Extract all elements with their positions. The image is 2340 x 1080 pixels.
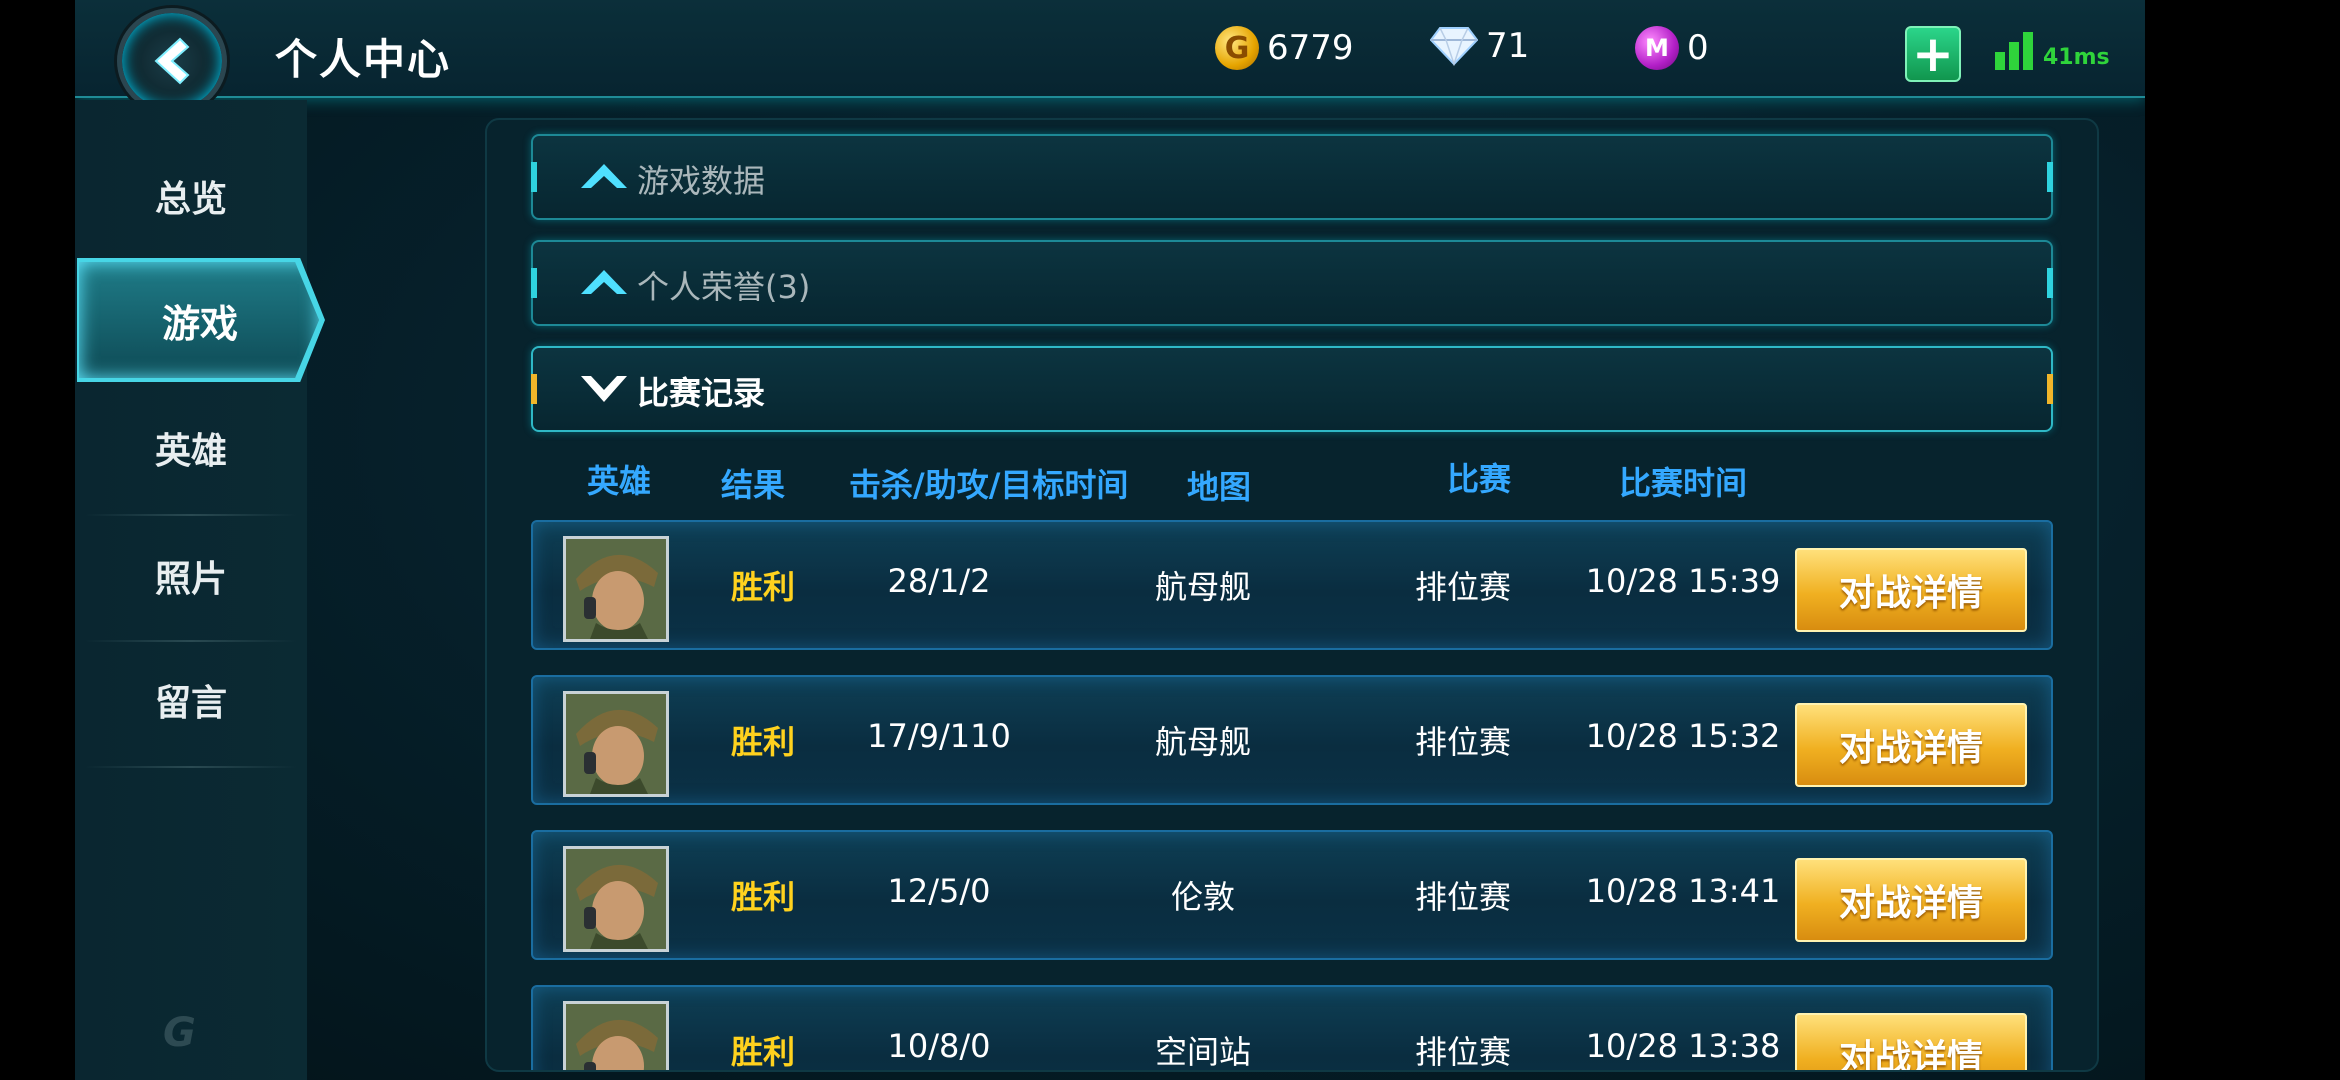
diamond-balance: 71 — [1430, 26, 1529, 66]
match-mode: 排位赛 — [1414, 1033, 1511, 1071]
hero-portrait-icon — [566, 539, 666, 639]
chevron-down-icon — [581, 376, 627, 402]
section-personal-honors[interactable]: 个人荣誉(3) — [531, 240, 2053, 326]
section-notch — [2047, 374, 2053, 404]
m-coin-balance: M 0 — [1635, 26, 1709, 70]
column-header-hero: 英雄 — [587, 462, 652, 500]
match-kda: 28/1/2 — [887, 562, 991, 600]
network-status: 41ms — [1995, 32, 2110, 70]
match-time: 10/28 13:41 — [1585, 872, 1781, 910]
sidebar-item-game[interactable]: 游戏 — [75, 258, 325, 382]
sidebar-item-label: 留言 — [154, 683, 227, 724]
column-header-mode: 比赛 — [1447, 460, 1512, 498]
m-coin-icon: M — [1635, 26, 1679, 70]
gold-balance: G 6779 — [1215, 26, 1354, 70]
section-game-data[interactable]: 游戏数据 — [531, 134, 2053, 220]
signal-icon — [1995, 32, 2033, 70]
hero-portrait-icon — [566, 849, 666, 949]
match-time: 10/28 13:38 — [1585, 1027, 1781, 1065]
sidebar-item-label: 英雄 — [154, 431, 227, 472]
gold-amount: 6779 — [1267, 28, 1354, 68]
match-result: 胜利 — [730, 1033, 795, 1071]
ping-value: 41ms — [2043, 45, 2110, 70]
hero-avatar — [563, 536, 669, 642]
match-map: 航母舰 — [1154, 723, 1251, 761]
match-map: 空间站 — [1154, 1033, 1251, 1071]
hero-portrait-icon — [566, 1004, 666, 1070]
sidebar-item-messages[interactable]: 留言 — [75, 638, 307, 762]
column-header-result: 结果 — [721, 466, 786, 504]
diamond-icon — [1430, 27, 1478, 66]
match-map: 航母舰 — [1154, 568, 1251, 606]
match-row: 胜利 12/5/0 伦敦 排位赛 10/28 13:41 对战详情 — [531, 830, 2053, 960]
top-bar: 个人中心 G 6779 71 M 0 + 41ms — [75, 0, 2145, 114]
hero-avatar — [563, 1001, 669, 1070]
match-mode: 排位赛 — [1414, 568, 1511, 606]
match-kda: 17/9/110 — [867, 717, 1011, 755]
back-arrow-icon — [154, 37, 190, 85]
match-details-button[interactable]: 对战详情 — [1795, 858, 2027, 942]
section-notch — [2047, 268, 2053, 298]
match-result: 胜利 — [730, 878, 795, 916]
match-kda: 12/5/0 — [887, 872, 991, 910]
gold-coin-icon: G — [1215, 26, 1259, 70]
match-row: 胜利 28/1/2 航母舰 排位赛 10/28 15:39 对战详情 — [531, 520, 2053, 650]
back-button[interactable] — [117, 8, 227, 114]
section-title: 游戏数据 — [637, 162, 766, 200]
m-coin-amount: 0 — [1687, 28, 1709, 68]
match-row: 胜利 17/9/110 航母舰 排位赛 10/28 15:32 对战详情 — [531, 675, 2053, 805]
match-mode: 排位赛 — [1414, 878, 1511, 916]
match-result: 胜利 — [730, 568, 795, 606]
sidebar-item-photos[interactable]: 照片 — [75, 514, 307, 638]
add-currency-button[interactable]: + — [1905, 26, 1961, 82]
match-details-button[interactable]: 对战详情 — [1795, 703, 2027, 787]
match-time: 10/28 15:39 — [1585, 562, 1781, 600]
hero-avatar — [563, 691, 669, 797]
sidebar-item-label: 总览 — [154, 179, 227, 220]
section-notch — [531, 268, 537, 298]
divider — [85, 766, 297, 768]
sidebar-item-label: 照片 — [154, 559, 227, 600]
match-result: 胜利 — [730, 723, 795, 761]
hero-portrait-icon — [566, 694, 666, 794]
section-match-history[interactable]: 比赛记录 — [531, 346, 2053, 432]
match-mode: 排位赛 — [1414, 723, 1511, 761]
sidebar-item-overview[interactable]: 总览 — [75, 134, 307, 258]
match-kda: 10/8/0 — [887, 1027, 991, 1065]
column-header-time: 比赛时间 — [1619, 464, 1748, 502]
section-title: 比赛记录 — [637, 374, 766, 412]
match-details-button[interactable]: 对战详情 — [1795, 1013, 2027, 1070]
section-notch — [531, 374, 537, 404]
match-time: 10/28 15:32 — [1585, 717, 1781, 755]
column-header-kda: 击杀/助攻/目标时间 — [849, 466, 1129, 504]
section-notch — [531, 162, 537, 192]
match-row: 胜利 10/8/0 空间站 排位赛 10/28 13:38 对战详情 — [531, 985, 2053, 1071]
match-map: 伦敦 — [1170, 878, 1235, 916]
game-screen: 个人中心 G 6779 71 M 0 + 41ms 总览 游戏 英雄 照片 留言… — [75, 0, 2145, 1080]
match-details-button[interactable]: 对战详情 — [1795, 548, 2027, 632]
main-panel: 游戏数据 个人荣誉(3) 比赛记录 英雄 结果 击杀/助攻/目标时间 地图 比赛… — [485, 118, 2099, 1072]
diamond-amount: 71 — [1486, 26, 1530, 66]
sidebar-item-heroes[interactable]: 英雄 — [75, 386, 307, 510]
section-title: 个人荣誉(3) — [637, 268, 811, 306]
chevron-up-icon — [581, 164, 627, 188]
page-title: 个人中心 — [275, 35, 452, 84]
chevron-up-icon — [581, 270, 627, 294]
sidebar-item-label: 游戏 — [161, 301, 238, 346]
game-logo-icon: G — [163, 1010, 196, 1056]
hero-avatar — [563, 846, 669, 952]
section-notch — [2047, 162, 2053, 192]
column-header-map: 地图 — [1187, 468, 1252, 506]
